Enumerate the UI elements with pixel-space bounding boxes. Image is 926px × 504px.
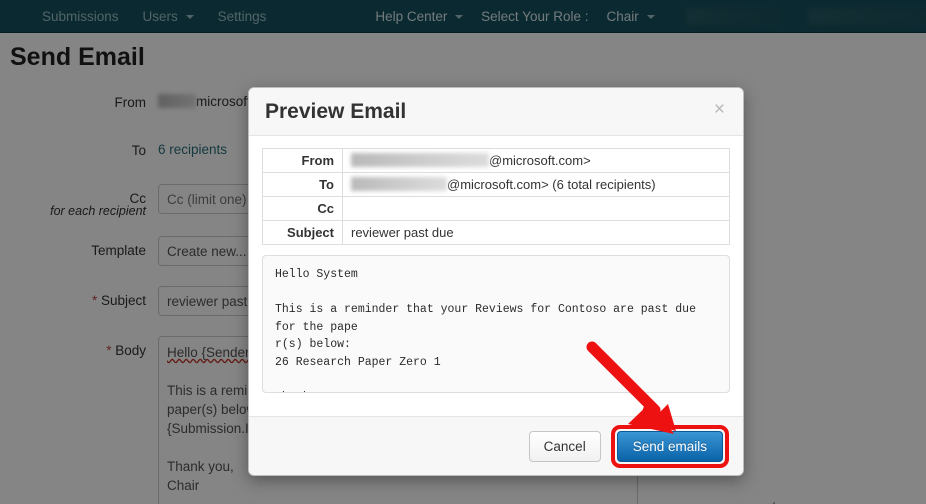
cancel-button[interactable]: Cancel — [528, 430, 601, 462]
preview-key-from: From — [262, 148, 343, 173]
preview-key-to: To — [262, 172, 343, 197]
app-root: Submissions Users Settings Help Center S… — [0, 0, 926, 504]
send-emails-button-wrap: Send emails — [610, 424, 729, 468]
preview-value-from: @microsoft.com> — [343, 149, 730, 173]
table-row-to: To @microsoft.com> (6 total recipients) — [262, 172, 730, 197]
preview-value-subject: reviewer past due — [342, 220, 730, 245]
email-body-preview: Hello System This is a reminder that you… — [262, 255, 730, 393]
from-address-redacted — [351, 153, 489, 167]
table-row-subject: Subject reviewer past due — [262, 220, 730, 245]
preview-key-subject: Subject — [262, 220, 343, 245]
preview-value-from-text: @microsoft.com> — [489, 153, 591, 168]
modal-body: From @microsoft.com> To @microsoft.com> … — [249, 136, 743, 403]
email-preview-table: From @microsoft.com> To @microsoft.com> … — [262, 148, 730, 245]
preview-value-to: @microsoft.com> (6 total recipients) — [342, 172, 730, 197]
modal-header: Preview Email × — [249, 88, 743, 136]
modal-title: Preview Email — [265, 99, 407, 123]
preview-value-cc — [342, 196, 730, 221]
send-emails-button[interactable]: Send emails — [616, 430, 723, 462]
preview-key-cc: Cc — [262, 196, 343, 221]
table-row-cc: Cc — [262, 196, 730, 221]
preview-value-to-text: @microsoft.com> (6 total recipients) — [447, 177, 656, 192]
table-row-from: From @microsoft.com> — [262, 148, 730, 173]
to-address-redacted — [351, 177, 447, 191]
preview-email-modal: Preview Email × From @microsoft.com> To … — [248, 87, 744, 476]
modal-footer: Cancel Send emails — [249, 416, 743, 475]
close-icon[interactable]: × — [710, 98, 729, 121]
